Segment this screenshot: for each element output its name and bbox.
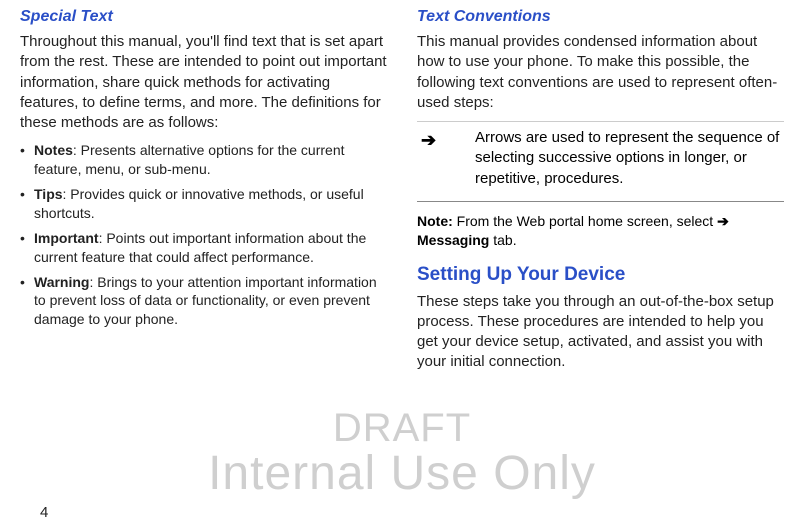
bullet-desc: : Presents alternative options for the c… bbox=[34, 142, 345, 177]
text-conventions-intro: This manual provides condensed informati… bbox=[417, 32, 784, 113]
text-conventions-heading: Text Conventions bbox=[417, 8, 784, 26]
right-column: Text Conventions This manual provides co… bbox=[417, 8, 784, 381]
bullet-desc: : Provides quick or innovative methods, … bbox=[34, 186, 364, 221]
special-text-heading: Special Text bbox=[20, 8, 387, 26]
note-text-post: tab. bbox=[489, 232, 516, 248]
bullet-term: Tips bbox=[34, 186, 63, 202]
setting-up-body: These steps take you through an out-of-t… bbox=[417, 292, 784, 373]
arrow-icon: ➔ bbox=[717, 213, 729, 229]
list-item: Warning: Brings to your attention import… bbox=[20, 273, 387, 330]
bullet-term: Important bbox=[34, 230, 99, 246]
watermark-line1: DRAFT bbox=[0, 407, 804, 449]
list-item: Notes: Presents alternative options for … bbox=[20, 141, 387, 179]
note-text-pre: From the Web portal home screen, select bbox=[453, 213, 717, 229]
bullet-term: Notes bbox=[34, 142, 73, 158]
setting-up-heading: Setting Up Your Device bbox=[417, 264, 784, 286]
convention-desc: Arrows are used to represent the sequenc… bbox=[475, 128, 780, 189]
page-columns: Special Text Throughout this manual, you… bbox=[0, 0, 804, 381]
note-label: Note: bbox=[417, 213, 453, 229]
note-messaging: Messaging bbox=[417, 232, 489, 248]
watermark-line2: Internal Use Only bbox=[0, 449, 804, 499]
special-text-bullets: Notes: Presents alternative options for … bbox=[20, 141, 387, 329]
note-block: Note: From the Web portal home screen, s… bbox=[417, 212, 784, 250]
list-item: Tips: Provides quick or innovative metho… bbox=[20, 185, 387, 223]
page-number: 4 bbox=[40, 504, 48, 521]
special-text-intro: Throughout this manual, you'll find text… bbox=[20, 32, 387, 133]
left-column: Special Text Throughout this manual, you… bbox=[20, 8, 387, 381]
arrow-icon: ➔ bbox=[421, 128, 451, 189]
list-item: Important: Points out important informat… bbox=[20, 229, 387, 267]
bullet-term: Warning bbox=[34, 274, 89, 290]
convention-row: ➔ Arrows are used to represent the seque… bbox=[417, 121, 784, 202]
draft-watermark: DRAFT Internal Use Only bbox=[0, 407, 804, 499]
